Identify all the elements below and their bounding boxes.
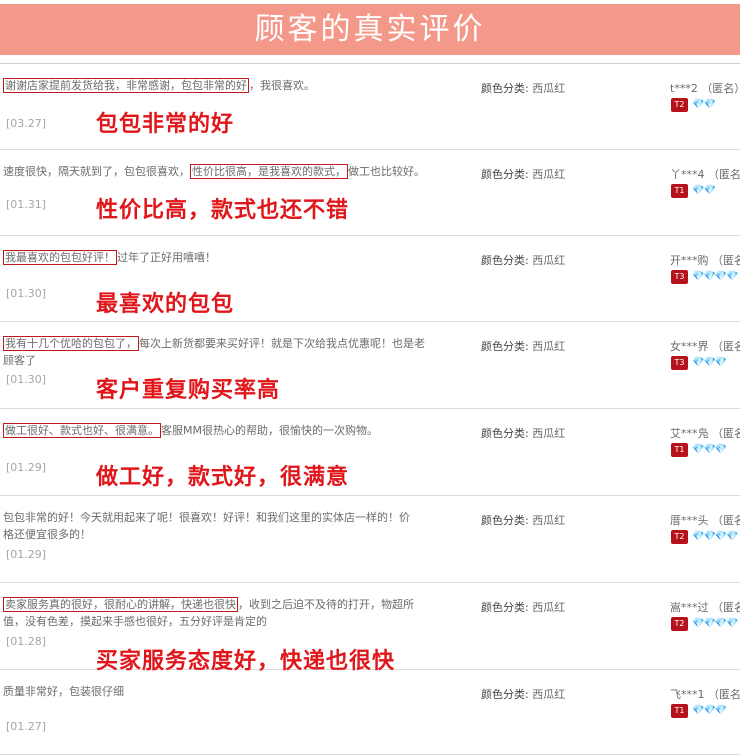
- review-text: 卖家服务真的很好，很耐心的讲解，快递也很快 ，收到之后迫不及待的打开，物超所值，没…: [3, 597, 414, 628]
- review-row: 质量非常好，包装很仔细 [01.27] 颜色分类: 西瓜红 飞***1 （匿名）…: [0, 670, 740, 755]
- reviewer-name[interactable]: t***2 （匿名）: [670, 80, 740, 96]
- reviewer-name[interactable]: 厝***头 （匿名）: [670, 512, 740, 528]
- review-row: 速度很快，隔天就到了，包包很喜欢， 性价比很高，是我喜欢的款式， 做工也比较好。 […: [0, 150, 740, 236]
- color-attribute: 颜色分类: 西瓜红: [481, 254, 566, 267]
- level-badge-icon: T1: [671, 443, 688, 457]
- review-row: 卖家服务真的很好，很耐心的讲解，快递也很快 ，收到之后迫不及待的打开，物超所值，没…: [0, 583, 740, 674]
- review-text: 速度很快，隔天就到了，包包很喜欢， 性价比很高，是我喜欢的款式， 做工也比较好。: [3, 164, 425, 179]
- review-date: [01.31]: [6, 198, 47, 211]
- reviewer-level: T2 💎💎💎💎: [671, 617, 739, 631]
- reviewer-level: T2 💎💎💎💎: [671, 530, 739, 544]
- review-list: 谢谢店家提前发货给我，非常感谢，包包非常的好 ，我很喜欢。 [03.27] 包包非…: [0, 63, 740, 755]
- reviewer-level: T1 💎💎💎: [671, 443, 727, 457]
- color-attribute: 颜色分类: 西瓜红: [481, 168, 566, 181]
- credit-hearts-icon: 💎💎: [692, 99, 716, 110]
- review-date: [01.28]: [6, 635, 47, 648]
- review-highlight: 我最喜欢的包包好评！: [3, 250, 117, 265]
- review-callout: 客户重复购买率高: [96, 378, 281, 403]
- review-row: 谢谢店家提前发货给我，非常感谢，包包非常的好 ，我很喜欢。 [03.27] 包包非…: [0, 63, 740, 150]
- review-row: 包包非常的好！今天就用起来了呢！很喜欢！好评！和我们这里的实体店一样的！价格还便…: [0, 496, 740, 583]
- review-highlight: 谢谢店家提前发货给我，非常感谢，包包非常的好: [3, 78, 249, 93]
- color-attribute: 颜色分类: 西瓜红: [481, 514, 566, 527]
- review-date: [01.27]: [6, 720, 47, 733]
- reviewer-name[interactable]: 飞***1 （匿名）: [670, 686, 740, 702]
- reviewer-level: T1 💎💎: [671, 184, 716, 198]
- credit-hearts-icon: 💎💎💎: [692, 705, 727, 716]
- level-badge-icon: T2: [671, 617, 688, 631]
- reviewer-name[interactable]: 艾***凫 （匿名）: [670, 425, 740, 441]
- review-row: 我有十几个优哈的包包了， 每次上新货都要来买好评！就是下次给我点优惠呢！也是老顾客…: [0, 322, 740, 409]
- review-text: 做工很好、款式也好、很满意。 客服MM很热心的帮助，很愉快的一次购物。: [3, 423, 378, 438]
- credit-hearts-icon: 💎💎💎: [692, 357, 727, 368]
- review-highlight: 我有十几个优哈的包包了，: [3, 336, 139, 351]
- reviewer-name[interactable]: 开***购 （匿名）: [670, 252, 740, 268]
- review-date: [01.30]: [6, 373, 47, 386]
- review-highlight: 卖家服务真的很好，很耐心的讲解，快递也很快: [3, 597, 238, 612]
- reviewer-level: T3 💎💎💎: [671, 356, 727, 370]
- level-badge-icon: T1: [671, 184, 688, 198]
- review-date: [01.30]: [6, 287, 47, 300]
- reviewer-name[interactable]: 女***界 （匿名）: [670, 338, 740, 354]
- color-attribute: 颜色分类: 西瓜红: [481, 688, 566, 701]
- reviewer-name[interactable]: 嵩***过 （匿名）: [670, 599, 740, 615]
- color-attribute: 颜色分类: 西瓜红: [481, 340, 566, 353]
- review-text: 我有十几个优哈的包包了， 每次上新货都要来买好评！就是下次给我点优惠呢！也是老顾客…: [3, 336, 425, 367]
- reviewer-name[interactable]: 丫***4 （匿名）: [670, 166, 740, 182]
- review-row: 做工很好、款式也好、很满意。 客服MM很热心的帮助，很愉快的一次购物。 [01.2…: [0, 409, 740, 496]
- review-date: [01.29]: [6, 548, 47, 561]
- page-banner: 顾客的真实评价: [0, 4, 740, 55]
- level-badge-icon: T2: [671, 530, 688, 544]
- review-highlight: 做工很好、款式也好、很满意。: [3, 423, 161, 438]
- credit-hearts-icon: 💎💎💎: [692, 444, 727, 455]
- color-attribute: 颜色分类: 西瓜红: [481, 82, 566, 95]
- credit-hearts-icon: 💎💎💎💎: [692, 531, 739, 542]
- review-callout: 性价比高，款式也还不错: [96, 198, 350, 223]
- review-row: 我最喜欢的包包好评！ 过年了正好用嘻嘻！ [01.30] 最喜欢的包包 颜色分类:…: [0, 236, 740, 322]
- review-date: [03.27]: [6, 117, 47, 130]
- reviewer-level: T1 💎💎💎: [671, 704, 727, 718]
- review-callout: 做工好，款式好，很满意: [96, 465, 350, 490]
- credit-hearts-icon: 💎💎💎💎: [692, 271, 739, 282]
- level-badge-icon: T1: [671, 704, 688, 718]
- level-badge-icon: T2: [671, 98, 688, 112]
- review-date: [01.29]: [6, 461, 47, 474]
- reviewer-level: T3 💎💎💎💎: [671, 270, 739, 284]
- color-attribute: 颜色分类: 西瓜红: [481, 601, 566, 614]
- credit-hearts-icon: 💎💎: [692, 185, 716, 196]
- review-text: 包包非常的好！今天就用起来了呢！很喜欢！好评！和我们这里的实体店一样的！价格还便…: [3, 511, 410, 541]
- review-text: 谢谢店家提前发货给我，非常感谢，包包非常的好 ，我很喜欢。: [3, 78, 315, 93]
- banner-title: 顾客的真实评价: [254, 12, 486, 47]
- review-callout: 最喜欢的包包: [96, 292, 235, 317]
- review-highlight: 性价比很高，是我喜欢的款式，: [190, 164, 348, 179]
- level-badge-icon: T3: [671, 270, 688, 284]
- reviewer-level: T2 💎💎: [671, 98, 716, 112]
- level-badge-icon: T3: [671, 356, 688, 370]
- review-text: 质量非常好，包装很仔细: [3, 685, 124, 698]
- credit-hearts-icon: 💎💎💎💎: [692, 618, 739, 629]
- color-attribute: 颜色分类: 西瓜红: [481, 427, 566, 440]
- review-text: 我最喜欢的包包好评！ 过年了正好用嘻嘻！: [3, 250, 216, 265]
- review-callout: 包包非常的好: [96, 112, 235, 137]
